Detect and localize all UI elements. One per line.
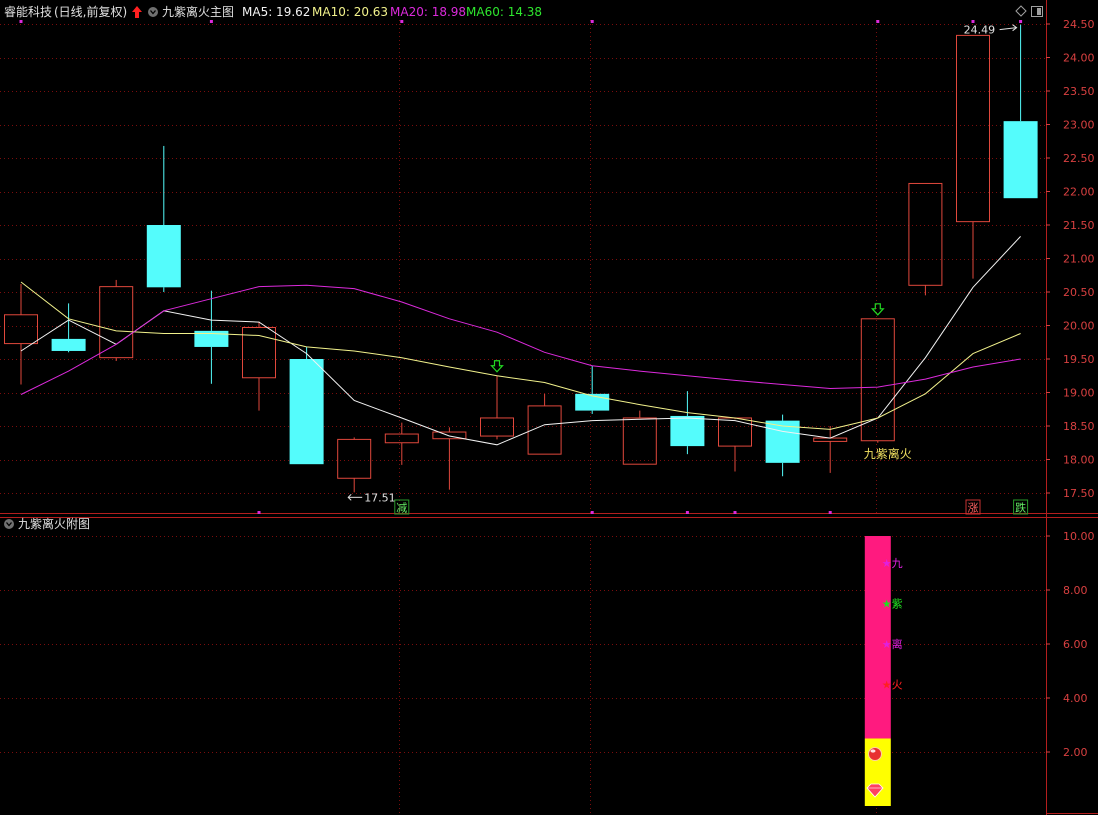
period-label: (日线,前复权) [54, 4, 127, 19]
axis-tick-label: 22.50 [1063, 152, 1095, 165]
high-price-label: 24.49 [964, 24, 996, 37]
sub-indicator-name: 九紫离火附图 [18, 516, 90, 531]
axis-tick-label: 8.00 [1063, 584, 1088, 597]
candle-body-down [51, 338, 86, 351]
ma10-value: MA10: 20.63 [312, 5, 388, 19]
top-marker [971, 20, 975, 23]
bottom-marker [685, 511, 689, 514]
top-marker [590, 20, 594, 23]
sub-star-label: ★紫 [882, 598, 903, 611]
axis-tick-label: 4.00 [1063, 692, 1088, 705]
axis-tick-label: 19.50 [1063, 353, 1095, 366]
axis-tick-label: 22.00 [1063, 186, 1095, 199]
top-marker [19, 20, 23, 23]
circle-chevron-down-icon[interactable] [4, 519, 14, 529]
top-marker [876, 20, 880, 23]
candle-body-down [289, 359, 324, 465]
badge-label: 涨 [968, 502, 979, 515]
axis-tick-label: 20.00 [1063, 320, 1095, 333]
bottom-marker [590, 511, 594, 514]
axis-tick-label: 24.50 [1063, 18, 1095, 31]
axis-tick-label: 23.50 [1063, 85, 1095, 98]
axis-tick-label: 21.00 [1063, 253, 1095, 266]
top-marker [209, 20, 213, 23]
axis-tick-label: 23.00 [1063, 119, 1095, 132]
axis-tick-label: 20.50 [1063, 286, 1095, 299]
candle-body-down [670, 415, 705, 447]
axis-tick-label: 18.50 [1063, 420, 1095, 433]
candle-body-down [1003, 121, 1038, 199]
main-indicator-name: 九紫离火主图 [162, 4, 234, 19]
ma20-value: MA20: 18.98 [390, 5, 466, 19]
sub-star-label: ★离 [882, 637, 903, 651]
badge-label: 跌 [1015, 501, 1026, 515]
axis-tick-label: 2.00 [1063, 746, 1088, 759]
top-marker [400, 20, 404, 23]
bottom-marker [257, 511, 261, 514]
low-price-label: 17.51 [364, 491, 396, 504]
candle-body-down [146, 225, 181, 288]
ma5-value: MA5: 19.62 [242, 5, 310, 19]
circle-chevron-down-icon[interactable] [148, 7, 158, 17]
chart-background [0, 0, 1098, 815]
ma60-value: MA60: 14.38 [466, 5, 542, 19]
axis-tick-label: 21.50 [1063, 219, 1095, 232]
axis-tick-label: 18.00 [1063, 454, 1095, 467]
bottom-marker [733, 511, 737, 514]
signal-label: 九紫离火 [864, 446, 912, 461]
sub-star-label: ★九 [882, 557, 903, 570]
axis-tick-label: 19.00 [1063, 387, 1095, 400]
axis-tick-label: 10.00 [1063, 530, 1095, 543]
sub-star-label: ★火 [882, 679, 903, 692]
main-header: 睿能科技 (日线,前复权) 九紫离火主图 MA5: 19.62 MA10: 20… [4, 4, 542, 19]
stock-name: 睿能科技 [4, 4, 52, 19]
stock-chart[interactable]: 17.51 24.49 九紫离火 减 涨 跌 24.50 24.00 23.50 23.00 2… [0, 0, 1098, 815]
axis-tick-label: 17.50 [1063, 487, 1095, 500]
red-ball-icon [868, 747, 882, 761]
axis-tick-label: 6.00 [1063, 638, 1088, 651]
sub-indicator-bars [864, 536, 891, 806]
top-marker [1019, 20, 1023, 23]
badge-label: 减 [396, 502, 407, 515]
axis-tick-label: 24.00 [1063, 52, 1095, 65]
bottom-marker [828, 511, 832, 514]
